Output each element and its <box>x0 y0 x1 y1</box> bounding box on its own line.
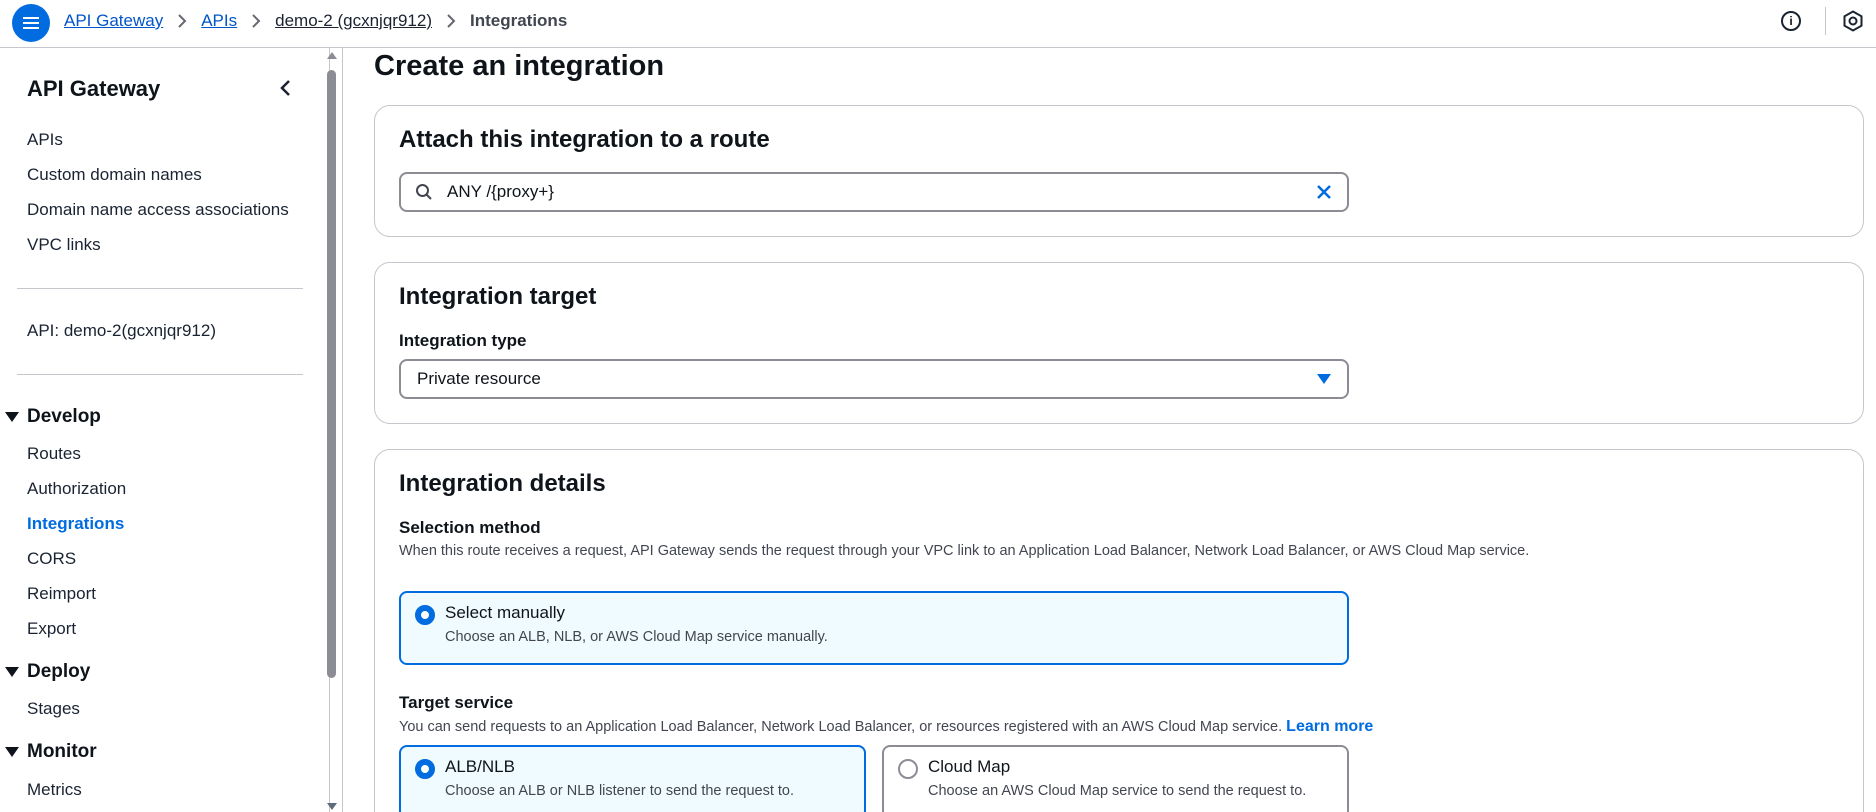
top-navigation-bar: API Gateway APIs demo-2 (gcxnjqr912) Int… <box>0 0 1876 48</box>
sidebar-item-reimport[interactable]: Reimport <box>27 584 96 604</box>
select-manually-option[interactable]: Select manually Choose an ALB, NLB, or A… <box>399 591 1349 665</box>
info-icon[interactable]: i <box>1781 11 1801 31</box>
sidebar-item-export[interactable]: Export <box>27 619 76 639</box>
section-title: Monitor <box>27 741 97 762</box>
integration-type-select[interactable]: Private resource <box>399 359 1349 399</box>
section-title: Develop <box>27 406 101 427</box>
radio-selected-icon <box>415 605 435 625</box>
selection-method-label: Selection method <box>399 518 541 537</box>
scroll-down-arrow-icon[interactable] <box>327 803 337 810</box>
integration-details-panel: Integration details Selection method Whe… <box>374 449 1864 812</box>
sidebar-item-vpc-links[interactable]: VPC links <box>27 235 101 255</box>
route-search-value: ANY /{proxy+} <box>447 182 554 201</box>
integration-type-label: Integration type <box>399 331 527 350</box>
cloud-map-label: Cloud Map <box>928 757 1011 776</box>
breadcrumb-api-gateway[interactable]: API Gateway <box>64 11 163 31</box>
integration-type-value: Private resource <box>417 369 541 388</box>
sidebar-item-custom-domain-names[interactable]: Custom domain names <box>27 165 202 185</box>
caret-down-icon <box>5 412 19 422</box>
target-service-label: Target service <box>399 693 514 712</box>
alb-nlb-label: ALB/NLB <box>445 757 515 776</box>
details-panel-heading: Integration details <box>399 470 606 497</box>
sidebar-item-metrics[interactable]: Metrics <box>27 780 82 800</box>
close-icon[interactable] <box>1315 183 1333 201</box>
collapse-sidebar-icon[interactable] <box>276 76 296 100</box>
learn-more-link[interactable]: Learn more <box>1286 718 1373 735</box>
caret-down-icon <box>5 747 19 757</box>
sidebar-item-integrations[interactable]: Integrations <box>27 514 124 534</box>
chevron-right-icon <box>251 14 261 28</box>
sidebar-item-stages[interactable]: Stages <box>27 699 80 719</box>
sidebar-item-api-label[interactable]: API: demo-2(gcxnjqr912) <box>27 321 216 341</box>
sidebar-item-cors[interactable]: CORS <box>27 549 76 569</box>
route-search-input[interactable]: ANY /{proxy+} <box>399 172 1349 212</box>
sidebar-section-develop[interactable]: Develop <box>5 406 101 428</box>
page-title: Create an integration <box>374 50 665 82</box>
select-manually-description: Choose an ALB, NLB, or AWS Cloud Map ser… <box>445 629 828 645</box>
target-service-description-text: You can send requests to an Application … <box>399 719 1283 735</box>
sidebar-section-deploy[interactable]: Deploy <box>5 661 90 683</box>
chevron-right-icon <box>177 14 187 28</box>
breadcrumb-current: Integrations <box>469 11 568 30</box>
main-divider <box>342 48 343 812</box>
sidebar-item-routes[interactable]: Routes <box>27 444 81 464</box>
sidebar-item-domain-name-access-associations[interactable]: Domain name access associations <box>27 200 289 220</box>
top-icons: i <box>1781 0 1876 42</box>
route-panel: Attach this integration to a route ANY /… <box>374 105 1864 237</box>
target-service-description: You can send requests to an Application … <box>399 718 1373 736</box>
radio-selected-icon <box>415 759 435 779</box>
side-navigation: API Gateway APIs Custom domain names Dom… <box>0 48 330 812</box>
cloud-map-description: Choose an AWS Cloud Map service to send … <box>928 783 1307 799</box>
target-panel-heading: Integration target <box>399 283 597 310</box>
breadcrumb: API Gateway APIs demo-2 (gcxnjqr912) Int… <box>64 0 567 42</box>
alb-nlb-option[interactable]: ALB/NLB Choose an ALB or NLB listener to… <box>399 745 866 812</box>
select-manually-label: Select manually <box>445 603 566 622</box>
menu-icon <box>23 17 39 29</box>
radio-unselected-icon <box>898 759 918 779</box>
sidebar-divider <box>17 288 303 289</box>
breadcrumb-api-demo-2[interactable]: demo-2 (gcxnjqr912) <box>275 11 432 31</box>
scrollbar-thumb[interactable] <box>327 70 336 678</box>
integration-target-panel: Integration target Integration type Priv… <box>374 262 1864 424</box>
hexagon-settings-icon[interactable] <box>1842 10 1864 32</box>
breadcrumb-apis[interactable]: APIs <box>201 11 237 31</box>
side-nav-title[interactable]: API Gateway <box>27 76 160 102</box>
caret-down-icon <box>5 667 19 677</box>
sidebar-item-apis[interactable]: APIs <box>27 130 63 150</box>
alb-nlb-description: Choose an ALB or NLB listener to send th… <box>445 783 795 799</box>
cloud-map-option[interactable]: Cloud Map Choose an AWS Cloud Map servic… <box>882 745 1349 812</box>
hamburger-menu-button[interactable] <box>12 4 50 42</box>
section-title: Deploy <box>27 661 91 682</box>
sidebar-divider <box>17 374 303 375</box>
route-panel-heading: Attach this integration to a route <box>399 126 770 153</box>
sidebar-section-monitor[interactable]: Monitor <box>5 741 97 763</box>
chevron-right-icon <box>446 14 456 28</box>
sidebar-item-authorization[interactable]: Authorization <box>27 479 126 499</box>
caret-down-icon <box>1317 374 1331 384</box>
search-icon <box>416 184 432 200</box>
selection-method-description: When this route receives a request, API … <box>399 543 1530 559</box>
top-divider <box>1825 7 1826 35</box>
scroll-up-arrow-icon[interactable] <box>327 52 337 59</box>
